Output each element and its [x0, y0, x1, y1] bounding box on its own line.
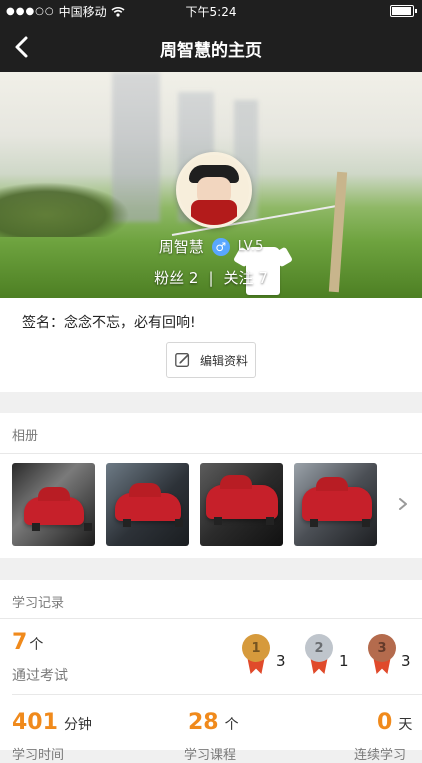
- fans-label: 粉丝: [154, 269, 185, 287]
- study-streak-value: 0: [377, 710, 393, 735]
- car-image: [302, 477, 372, 527]
- gold-medal-count: 3: [276, 652, 286, 670]
- cover-trees: [0, 182, 130, 237]
- gender-male-icon: ♂: [211, 237, 230, 256]
- bronze-medal-icon: 3: [366, 634, 400, 676]
- passed-exams-unit: 个: [29, 637, 44, 653]
- passed-exams-label: 通过考试: [12, 668, 68, 684]
- album-divider: [0, 453, 422, 454]
- study-time-unit: 分钟: [63, 717, 92, 733]
- chevron-right-icon[interactable]: [396, 497, 410, 511]
- study-courses: 28 个: [188, 710, 239, 735]
- battery-icon: [390, 5, 417, 17]
- passed-exams-count: 7 个: [12, 630, 43, 655]
- study-streak-label: 连续学习: [354, 748, 407, 763]
- user-level: LV.5: [237, 239, 264, 254]
- album-photo[interactable]: [294, 463, 377, 546]
- car-image: [24, 487, 92, 531]
- study-row-divider: [12, 694, 422, 695]
- study-time: 401 分钟: [12, 710, 92, 735]
- medal-disc: 1: [242, 634, 270, 662]
- follow-stats: 粉丝 2 | 关注 7: [0, 267, 422, 288]
- study-time-value: 401: [12, 710, 58, 735]
- fans-count: 2: [188, 269, 199, 287]
- edit-profile-button[interactable]: 编辑资料: [166, 342, 256, 378]
- study-record-section: 学习记录 7 个 通过考试 1 3 2 1 3 3 401 分钟 28 个 0 …: [0, 580, 422, 763]
- medal-disc: 2: [305, 634, 333, 662]
- signature-section: 签名：念念不忘，必有回响! 编辑资料: [0, 298, 422, 392]
- album-photo[interactable]: [12, 463, 95, 546]
- signature-text: 签名：念念不忘，必有回响!: [22, 315, 196, 331]
- stats-separator: |: [208, 268, 214, 287]
- follow-label: 关注: [223, 269, 254, 287]
- car-image: [115, 483, 183, 527]
- clock: 下午5:24: [185, 5, 237, 19]
- album-title: 相册: [12, 429, 39, 444]
- avatar-shirt: [191, 200, 237, 225]
- album-photo[interactable]: [106, 463, 189, 546]
- status-bar: ●●●○○ 中国移动 下午5:24: [0, 0, 422, 22]
- edit-profile-label: 编辑资料: [199, 353, 248, 368]
- passed-exams-number: 7: [12, 630, 28, 655]
- user-info: 周智慧 ♂ LV.5: [0, 236, 422, 257]
- medal-disc: 3: [368, 634, 396, 662]
- follow-stat[interactable]: 关注 7: [224, 267, 268, 288]
- gold-medal-icon: 1: [240, 634, 274, 676]
- car-image: [206, 475, 278, 525]
- nav-bar: 周智慧的主页: [0, 22, 422, 72]
- study-streak-unit: 天: [398, 717, 413, 733]
- follow-count: 7: [258, 269, 268, 287]
- fans-stat[interactable]: 粉丝 2: [154, 267, 198, 288]
- study-streak: 0 天: [377, 710, 412, 735]
- study-title: 学习记录: [12, 596, 65, 611]
- study-divider: [0, 618, 422, 619]
- study-courses-label: 学习课程: [184, 748, 237, 763]
- study-courses-unit: 个: [224, 717, 239, 733]
- user-name: 周智慧: [158, 238, 204, 256]
- page-title: 周智慧的主页: [160, 41, 262, 61]
- edit-icon: [175, 353, 190, 367]
- silver-medal-count: 1: [339, 652, 349, 670]
- study-courses-value: 28: [188, 710, 219, 735]
- album-photo[interactable]: [200, 463, 283, 546]
- avatar[interactable]: [176, 152, 252, 228]
- album-section: 相册: [0, 413, 422, 558]
- study-time-label: 学习时间: [12, 748, 65, 763]
- bronze-medal-count: 3: [401, 652, 411, 670]
- silver-medal-icon: 2: [303, 634, 337, 676]
